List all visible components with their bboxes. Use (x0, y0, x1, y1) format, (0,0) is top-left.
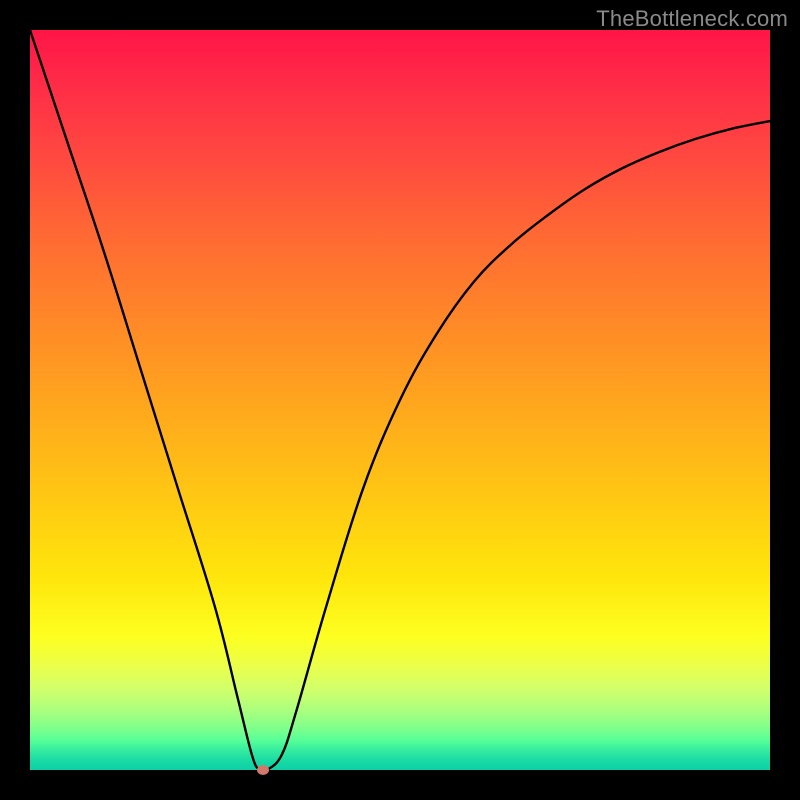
watermark-text: TheBottleneck.com (596, 6, 788, 32)
min-marker (257, 765, 269, 775)
chart-frame: TheBottleneck.com (0, 0, 800, 800)
curve-svg (30, 30, 770, 770)
plot-area (30, 30, 770, 770)
bottleneck-curve (30, 30, 770, 772)
